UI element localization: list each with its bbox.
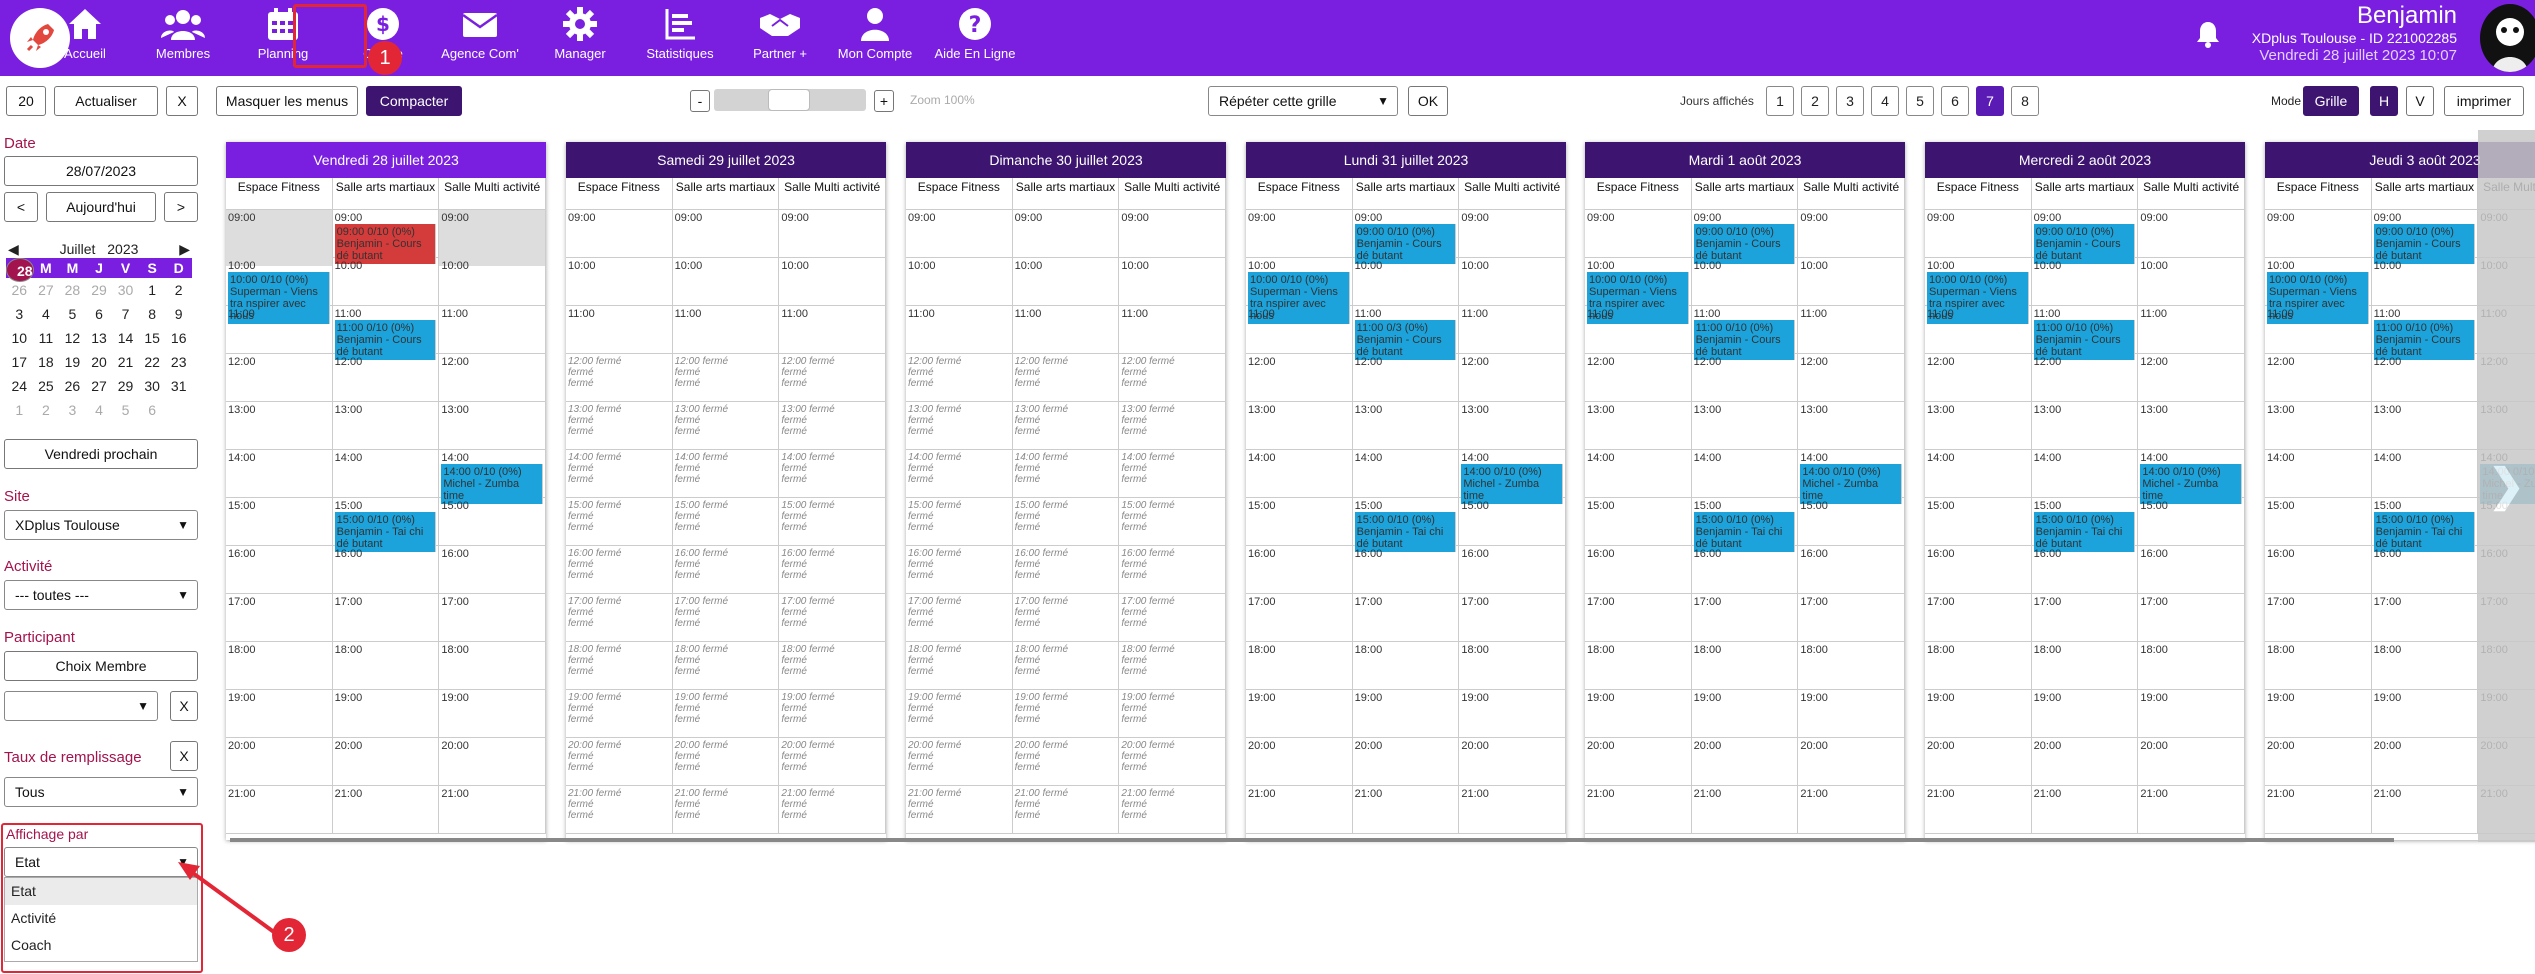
callout-arrow	[178, 862, 280, 937]
callout-badge-2: 2	[272, 918, 306, 952]
